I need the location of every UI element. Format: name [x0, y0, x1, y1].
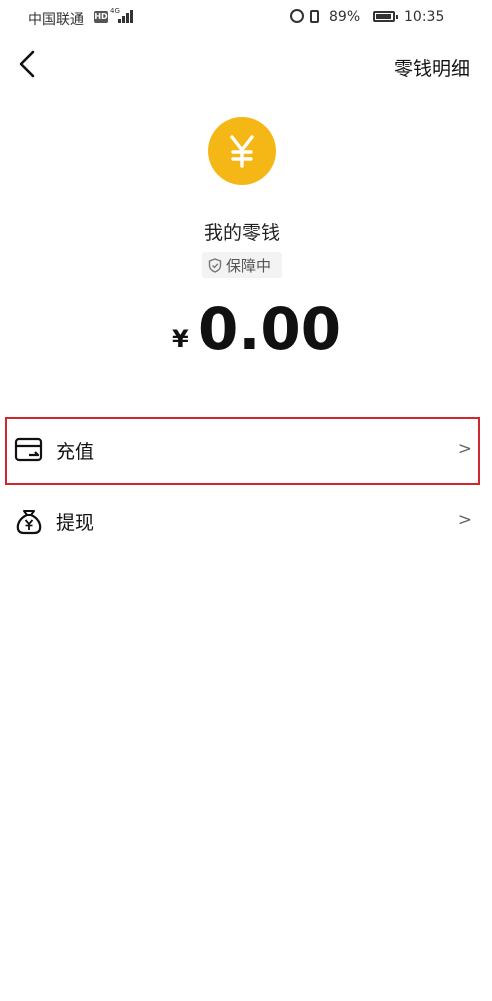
money-bag-icon: [16, 510, 42, 535]
chevron-right-icon: >: [457, 510, 472, 530]
wallet-title: 我的零钱: [203, 222, 280, 244]
action-withdraw[interactable]: 提现 >: [0, 487, 492, 557]
balance-details-link[interactable]: 零钱明细: [394, 54, 470, 81]
signal-icon: [118, 10, 136, 23]
protection-badge[interactable]: 保障中: [202, 252, 282, 278]
shield-icon: [208, 258, 222, 273]
vibrate-icon: [310, 10, 319, 23]
chevron-left-icon: [19, 50, 35, 78]
battery-percent: 89%: [329, 9, 361, 25]
alarm-icon: [290, 9, 304, 23]
hd-badge: HD: [94, 11, 108, 23]
clock: 10:35: [404, 9, 445, 25]
balance-value: 0.00: [198, 295, 342, 363]
back-button[interactable]: [14, 48, 44, 80]
currency-symbol: ¥: [172, 325, 189, 353]
carrier-name: 中国联通: [28, 12, 84, 28]
battery-icon: [373, 11, 398, 22]
protection-badge-label: 保障中: [226, 257, 272, 275]
selection-highlight: [5, 417, 480, 485]
status-bar: 中国联通 HD 4G 89% 10:35: [0, 0, 492, 36]
yuan-coin-icon: [208, 117, 276, 185]
action-label: 提现: [56, 512, 95, 534]
